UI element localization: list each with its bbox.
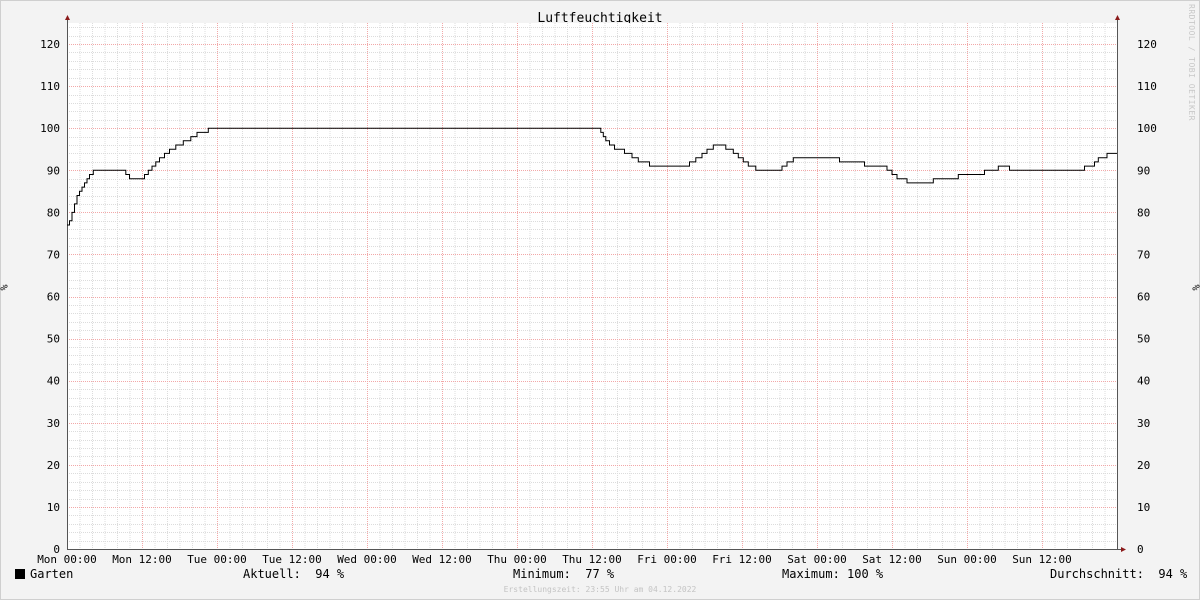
y-tick-label-right: 110 [1137,80,1157,93]
x-tick-label: Tue 12:00 [262,553,322,566]
legend-series-name: Garten [30,567,74,581]
x-tick-label: Sat 00:00 [787,553,847,566]
legend-aktuell: Aktuell: 94 % [243,567,345,581]
x-tick-label: Sat 12:00 [862,553,922,566]
x-tick-label: Tue 00:00 [187,553,247,566]
y-axis-arrow-right [1115,15,1120,20]
y-tick-label-left: 60 [47,291,60,304]
y-tick-label-left: 40 [47,375,60,388]
y-tick-label-right: 120 [1137,38,1157,51]
y-tick-label-left: 100 [40,122,60,135]
x-tick-label: Mon 12:00 [112,553,172,566]
x-tick-label: Thu 12:00 [562,553,622,566]
y-tick-label-right: 10 [1137,501,1150,514]
x-axis-arrow [1121,547,1126,552]
y-tick-label-right: 80 [1137,206,1150,219]
y-tick-label-right: 70 [1137,248,1150,261]
legend-maximum: Maximum: 100 % [782,567,884,581]
x-tick-label: Mon 00:00 [37,553,97,566]
y-tick-label-left: 110 [40,80,60,93]
y-tick-label-right: 20 [1137,459,1150,472]
x-tick-label: Wed 00:00 [337,553,397,566]
legend-swatch [15,569,25,579]
legend-minimum: Minimum: 77 % [513,567,615,581]
y-tick-label-left: 30 [47,417,60,430]
x-tick-label: Sun 12:00 [1012,553,1072,566]
x-tick-label: Thu 00:00 [487,553,547,566]
y-tick-label-left: 50 [47,333,60,346]
legend-series: Garten [15,567,73,581]
y-tick-label-left: 80 [47,206,60,219]
y-tick-label-right: 100 [1137,122,1157,135]
legend-durchschnitt: Durchschnitt: 94 % [1050,567,1188,581]
x-tick-label: Fri 12:00 [712,553,772,566]
y-axis-arrow-left [65,15,70,20]
y-tick-label-right: 60 [1137,291,1150,304]
y-tick-label-left: 120 [40,38,60,51]
y-tick-label-right: 0 [1137,543,1144,556]
y-tick-label-right: 30 [1137,417,1150,430]
chart-plot: 0 010 1020 2030 3040 4050 5060 6070 7080 8090 9010… [37,15,1157,566]
y-tick-label-right: 40 [1137,375,1150,388]
x-tick-label: Sun 00:00 [937,553,997,566]
y-tick-label-right: 90 [1137,164,1150,177]
creation-timestamp: Erstellungszeit: 23:55 Uhr am 04.12.2022 [503,585,697,594]
y-tick-label-left: 70 [47,248,60,261]
x-tick-label: Wed 12:00 [412,553,472,566]
y-tick-label-right: 50 [1137,333,1150,346]
y-tick-label-left: 90 [47,164,60,177]
y-tick-label-left: 20 [47,459,60,472]
x-tick-label: Fri 00:00 [637,553,697,566]
y-tick-label-left: 10 [47,501,60,514]
